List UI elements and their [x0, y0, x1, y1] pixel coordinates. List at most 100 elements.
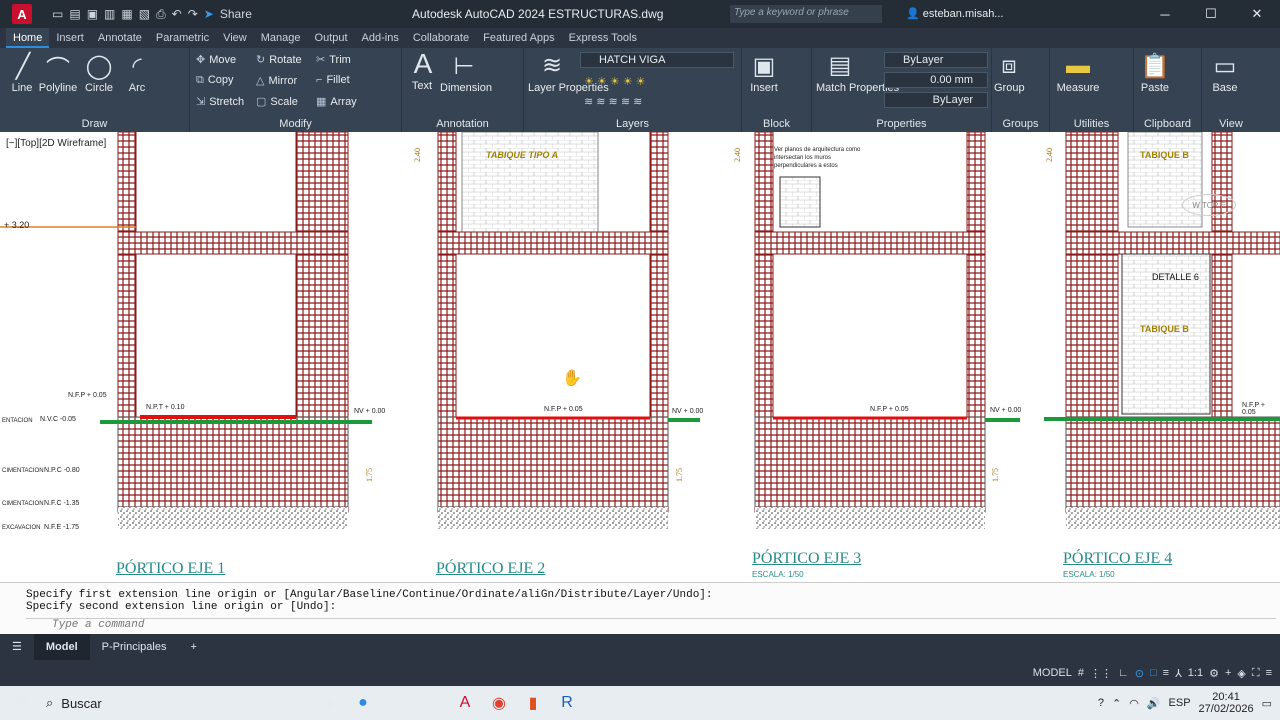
tab-output[interactable]: Output [308, 28, 355, 48]
close-icon[interactable]: ✕ [1234, 0, 1280, 28]
chrome-icon[interactable]: ◉ [482, 686, 516, 720]
line-button[interactable]: ╱ Line [8, 52, 36, 95]
taskbar-search[interactable]: ⌕ Buscar [46, 686, 278, 720]
copy-button[interactable]: ⧉ Copy [196, 74, 234, 87]
array-button[interactable]: ▦ Array [316, 95, 357, 108]
sync-icon[interactable]: ▧ [139, 7, 150, 21]
block-panel-title[interactable]: Block [742, 118, 811, 130]
tray-chevron-icon[interactable]: ⌃ [1112, 697, 1121, 710]
save-icon[interactable]: ▣ [87, 7, 98, 21]
app-icon-4[interactable]: ▮ [516, 686, 550, 720]
clock[interactable]: 20:41 27/02/2026 [1199, 691, 1254, 715]
color-dropdown[interactable]: ByLayer [884, 52, 988, 68]
autocad-logo[interactable]: A [12, 4, 32, 24]
command-input[interactable]: Type a command [26, 618, 1276, 632]
share-icon[interactable]: ➤ [204, 7, 214, 21]
scale-button[interactable]: ▢ Scale [256, 95, 298, 108]
insert-button[interactable]: ▣ Insert [746, 52, 782, 95]
tab-insert[interactable]: Insert [49, 28, 91, 48]
minimize-icon[interactable]: ─ [1142, 0, 1188, 28]
settings-gear-icon[interactable]: ⚙ [1209, 667, 1219, 680]
osnap-icon[interactable]: □ [1150, 667, 1157, 679]
new-icon[interactable]: ▭ [52, 7, 63, 21]
tab-add-ins[interactable]: Add-ins [355, 28, 406, 48]
revit-icon[interactable]: R [550, 686, 584, 720]
customize-menu-icon[interactable]: ≡ [1266, 667, 1272, 679]
help-icon[interactable]: ? [1098, 697, 1104, 709]
lineweight-icon[interactable]: ≡ [1163, 667, 1169, 679]
rotate-button[interactable]: ↻ Rotate [256, 53, 302, 66]
annotation-scale[interactable]: 1:1 [1188, 667, 1203, 679]
add-layout-button[interactable]: + [178, 634, 208, 660]
circle-button[interactable]: ◯ Circle [84, 52, 114, 95]
tab-featured-apps[interactable]: Featured Apps [476, 28, 562, 48]
volume-icon[interactable]: 🔊 [1147, 697, 1161, 710]
groups-panel-title[interactable]: Groups [992, 118, 1049, 130]
autocad-taskbar-icon[interactable]: A [448, 686, 482, 720]
redo-icon[interactable]: ↷ [188, 7, 198, 21]
tab-model[interactable]: Model [33, 634, 90, 660]
menu-hamburger-icon[interactable]: ☰ [0, 634, 34, 660]
layers-panel-title[interactable]: Layers [524, 118, 741, 130]
properties-panel-title[interactable]: Properties [812, 118, 991, 130]
tab-home[interactable]: Home [6, 28, 50, 48]
dimension-button[interactable]: ⊢ Dimension [440, 52, 492, 95]
drawing-svg[interactable]: 2.40 2.40 2.40 1.75 1.75 1.75 [0, 132, 1280, 582]
layer-dropdown[interactable]: HATCH VIGA [580, 52, 734, 68]
move-button[interactable]: ✥ Move [196, 53, 236, 66]
windows-start-icon[interactable]: ⊞ [4, 686, 38, 720]
grid-icon[interactable]: # [1078, 667, 1084, 679]
annotation-panel-title[interactable]: Annotation [402, 118, 523, 130]
print-icon[interactable]: ⎙ [156, 7, 166, 22]
tab-express-tools[interactable]: Express Tools [562, 28, 644, 48]
open-icon[interactable]: ▤ [69, 7, 80, 21]
linetype-dropdown[interactable]: ByLayer [884, 92, 988, 108]
save-as-icon[interactable]: ▥ [104, 7, 115, 21]
model-space-button[interactable]: MODEL [1033, 667, 1072, 679]
utilities-panel-title[interactable]: Utilities [1050, 118, 1133, 130]
tab-parametric[interactable]: Parametric [149, 28, 216, 48]
app-icon-2[interactable]: ◐ [380, 686, 414, 720]
arc-button[interactable]: ◜ Arc [122, 52, 152, 95]
isolate-icon[interactable]: ◈ [1237, 667, 1245, 680]
draw-panel-title[interactable]: Draw [0, 118, 189, 130]
search-input[interactable]: Type a keyword or phrase [730, 5, 882, 23]
group-button[interactable]: ⧈ Group [994, 52, 1025, 94]
task-view-icon[interactable]: ⧉ [278, 686, 312, 720]
share-button[interactable]: Share [220, 7, 252, 21]
viewport-controls-label[interactable]: [−][Top][2D Wireframe] [6, 138, 106, 149]
tab-collaborate[interactable]: Collaborate [406, 28, 476, 48]
tab-annotate[interactable]: Annotate [91, 28, 149, 48]
match-properties-button[interactable]: ▤ Match Properties [816, 52, 899, 95]
view-panel-title[interactable]: View [1202, 118, 1260, 130]
wifi-icon[interactable]: ◠ [1129, 697, 1139, 710]
ortho-icon[interactable]: ∟ [1118, 667, 1129, 679]
undo-icon[interactable]: ↶ [172, 7, 182, 21]
plus-icon[interactable]: + [1225, 667, 1231, 679]
viewcube[interactable]: W TOP E [1182, 194, 1236, 216]
clipboard-panel-title[interactable]: Clipboard [1134, 118, 1201, 130]
tab-p-principales[interactable]: P-Principales [90, 634, 179, 660]
polyline-button[interactable]: ⌒ Polyline [38, 52, 78, 95]
layer-tools-icon[interactable]: ☀ ☀ ☀ ☀ ☀ [584, 75, 646, 88]
tab-view[interactable]: View [216, 28, 254, 48]
drawing-canvas[interactable]: 2.40 2.40 2.40 1.75 1.75 1.75 [−][Top][2… [0, 132, 1280, 582]
base-button[interactable]: ▭ Base [1208, 52, 1242, 95]
zoom-app-icon[interactable]: ● [346, 686, 380, 720]
measure-button[interactable]: ▬ Measure [1054, 52, 1102, 94]
layer-properties-button[interactable]: ≋ Layer Properties [528, 52, 609, 95]
tab-manage[interactable]: Manage [254, 28, 308, 48]
maximize-icon[interactable]: ☐ [1188, 0, 1234, 28]
paste-button[interactable]: 📋 Paste [1138, 52, 1172, 95]
web-icon[interactable]: ▦ [121, 7, 132, 21]
polar-icon[interactable]: ⊙ [1135, 667, 1144, 680]
fullscreen-icon[interactable]: ⛶ [1252, 667, 1260, 680]
app-icon-1[interactable]: ◆ [312, 686, 346, 720]
stretch-button[interactable]: ⇲ Stretch [196, 95, 244, 108]
trim-button[interactable]: ✂ Trim [316, 53, 351, 66]
mirror-button[interactable]: △ Mirror [256, 74, 297, 87]
layer-tools-2-icon[interactable]: ≋ ≋ ≋ ≋ ≋ [584, 95, 642, 108]
snap-icon[interactable]: ⋮⋮ [1090, 667, 1112, 680]
text-button[interactable]: A Text [408, 48, 436, 92]
fillet-button[interactable]: ⌐ Fillet [316, 74, 350, 86]
